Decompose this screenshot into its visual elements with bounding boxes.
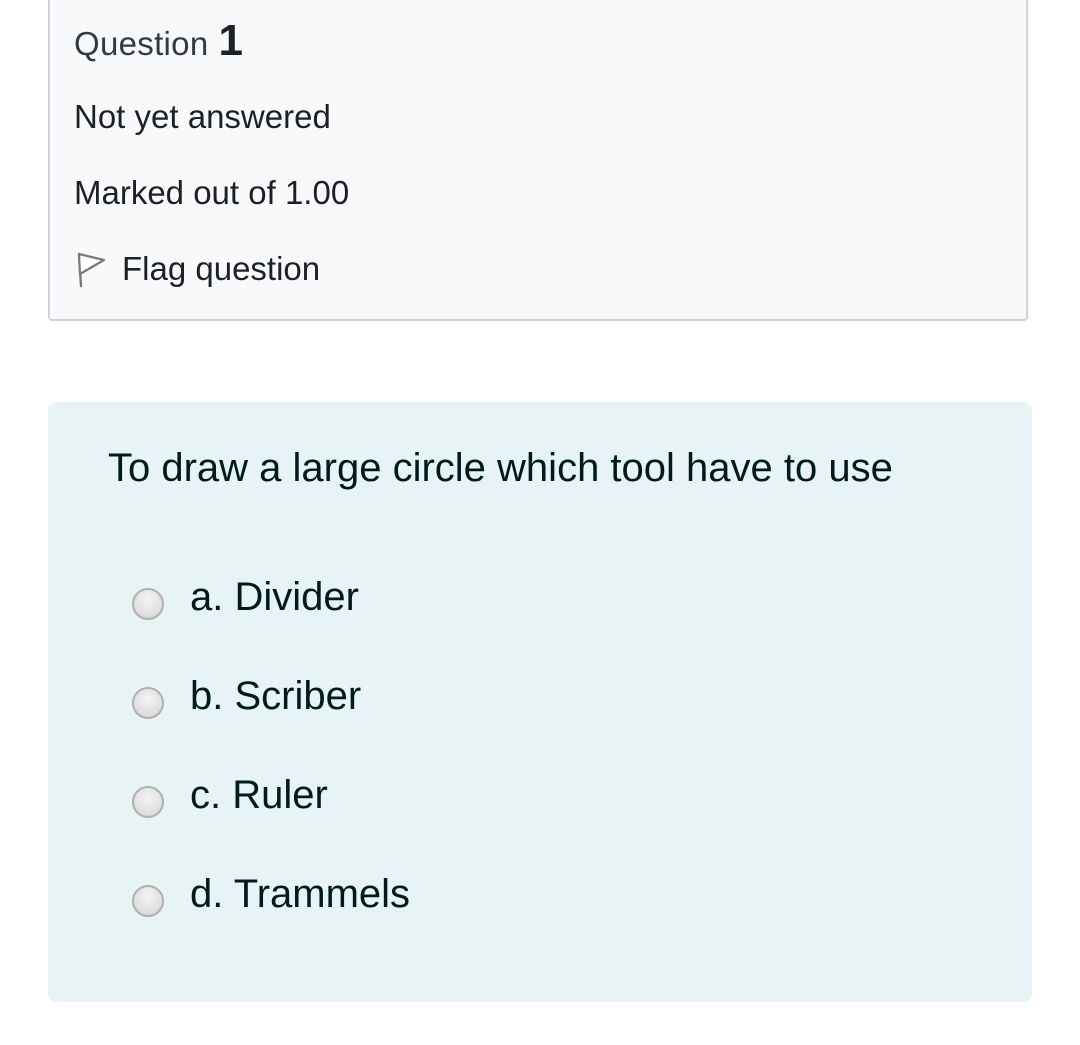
- question-text: To draw a large circle which tool have t…: [108, 446, 893, 490]
- answer-option-a[interactable]: a. Divider: [132, 574, 359, 620]
- question-state: Not yet answered: [74, 98, 331, 135]
- flag-question-link[interactable]: Flag question: [74, 250, 320, 288]
- answer-radio-c[interactable]: [132, 786, 164, 818]
- answer-label-a: a. Divider: [190, 574, 359, 619]
- flag-icon: [74, 250, 108, 288]
- answer-radio-a[interactable]: [132, 588, 164, 620]
- question-number-value: 1: [218, 16, 243, 65]
- answer-option-d[interactable]: d. Trammels: [132, 871, 410, 917]
- question-grade: Marked out of 1.00: [74, 174, 350, 211]
- answer-label-c: c. Ruler: [190, 772, 328, 817]
- answer-radio-b[interactable]: [132, 687, 164, 719]
- question-number: Question 1: [74, 16, 243, 66]
- answer-radio-d[interactable]: [132, 885, 164, 917]
- question-label: Question: [74, 25, 209, 62]
- answer-label-d: d. Trammels: [190, 871, 411, 916]
- answer-option-b[interactable]: b. Scriber: [132, 673, 361, 719]
- flag-question-label: Flag question: [122, 250, 321, 287]
- question-content-panel: To draw a large circle which tool have t…: [48, 402, 1032, 1002]
- answer-label-b: b. Scriber: [190, 673, 362, 718]
- question-info-panel: Question 1 Not yet answered Marked out o…: [48, 0, 1028, 321]
- answer-option-c[interactable]: c. Ruler: [132, 772, 328, 818]
